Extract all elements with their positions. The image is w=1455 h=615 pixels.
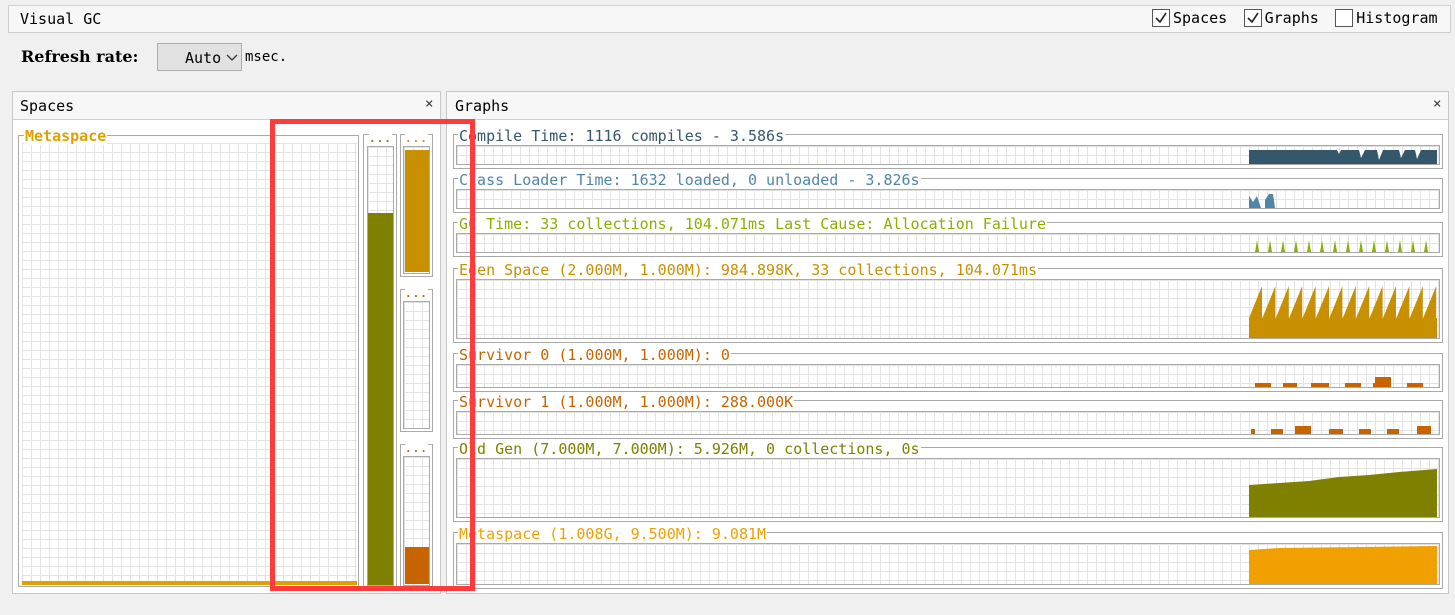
checkmark-icon <box>1155 12 1167 24</box>
graph-series-area <box>1251 426 1431 434</box>
graphs-panel-header: Graphs × <box>447 92 1448 120</box>
close-icon[interactable]: × <box>1433 96 1441 112</box>
graph-row-label: Compile Time: 1116 compiles - 3.586s <box>458 127 786 145</box>
graph-row-plot <box>456 233 1440 253</box>
graph-row-series <box>1255 240 1428 252</box>
graph-row-plot <box>456 189 1440 209</box>
graph-series-area <box>1249 194 1275 208</box>
spaces-panel-title: Spaces <box>20 97 75 115</box>
view-toggles: Spaces Graphs Histogram <box>1152 9 1446 27</box>
spaces-checkbox-label: Spaces <box>1173 9 1228 27</box>
graph-series-area <box>1255 377 1423 387</box>
graph-row-label: Metaspace (1.008G, 9.500M): 9.081M <box>458 525 768 543</box>
graph-row-plot <box>456 279 1440 339</box>
graph-series-area <box>1249 286 1437 338</box>
graph-row-label: GC Time: 33 collections, 104.071ms Last … <box>458 215 1047 233</box>
graph-row-plot <box>456 411 1440 435</box>
refresh-rate-value: Auto <box>185 49 222 67</box>
graph-row-plot <box>456 543 1440 585</box>
refresh-rate-unit: msec. <box>245 49 288 65</box>
graph-row-label: Eden Space (2.000M, 1.000M): 984.898K, 3… <box>458 261 1038 279</box>
graph-row-series <box>1249 469 1437 517</box>
histogram-checkbox-label: Histogram <box>1356 9 1438 27</box>
graph-row-plot <box>456 364 1440 388</box>
spaces-toggle[interactable]: Spaces <box>1152 9 1244 27</box>
window-titlebar: Visual GC Spaces Graphs Histogram <box>8 5 1451 33</box>
graph-row-series <box>1249 546 1437 584</box>
graph-row-series <box>1251 426 1431 434</box>
checkmark-icon <box>1247 12 1259 24</box>
graph-row-series <box>1249 194 1275 208</box>
graph-series-area <box>1249 150 1437 164</box>
close-icon[interactable]: × <box>425 96 433 112</box>
metaspace-space-label: Metaspace <box>24 127 108 145</box>
graph-row-series <box>1255 377 1423 387</box>
graph-series-area <box>1255 240 1428 252</box>
spaces-panel-header: Spaces × <box>13 92 440 120</box>
graph-row-label: Old Gen (7.000M, 7.000M): 5.926M, 0 coll… <box>458 440 921 458</box>
refresh-rate-label: Refresh rate: <box>21 47 139 66</box>
window-title: Visual GC <box>20 10 102 28</box>
graphs-toggle[interactable]: Graphs <box>1243 9 1336 27</box>
graphs-checkbox[interactable] <box>1243 9 1262 27</box>
graph-row-series <box>1249 150 1437 164</box>
highlight-box <box>270 119 475 591</box>
graph-row-plot <box>456 145 1440 165</box>
spaces-checkbox[interactable] <box>1152 9 1170 27</box>
refresh-rate-select[interactable]: Auto <box>157 43 242 71</box>
graph-row-plot <box>456 458 1440 518</box>
chevron-down-icon <box>226 54 238 61</box>
graph-row-label: Survivor 1 (1.000M, 1.000M): 288.000K <box>458 393 795 411</box>
graph-series-area <box>1249 469 1437 517</box>
histogram-checkbox[interactable] <box>1335 9 1354 27</box>
graph-row-label: Class Loader Time: 1632 loaded, 0 unload… <box>458 171 921 189</box>
graph-row-label: Survivor 0 (1.000M, 1.000M): 0 <box>458 346 731 364</box>
histogram-toggle[interactable]: Histogram <box>1335 9 1445 27</box>
graphs-panel-title: Graphs <box>455 97 510 115</box>
graphs-checkbox-label: Graphs <box>1264 9 1319 27</box>
graph-series-area <box>1249 546 1437 584</box>
graph-row-series <box>1249 286 1437 338</box>
